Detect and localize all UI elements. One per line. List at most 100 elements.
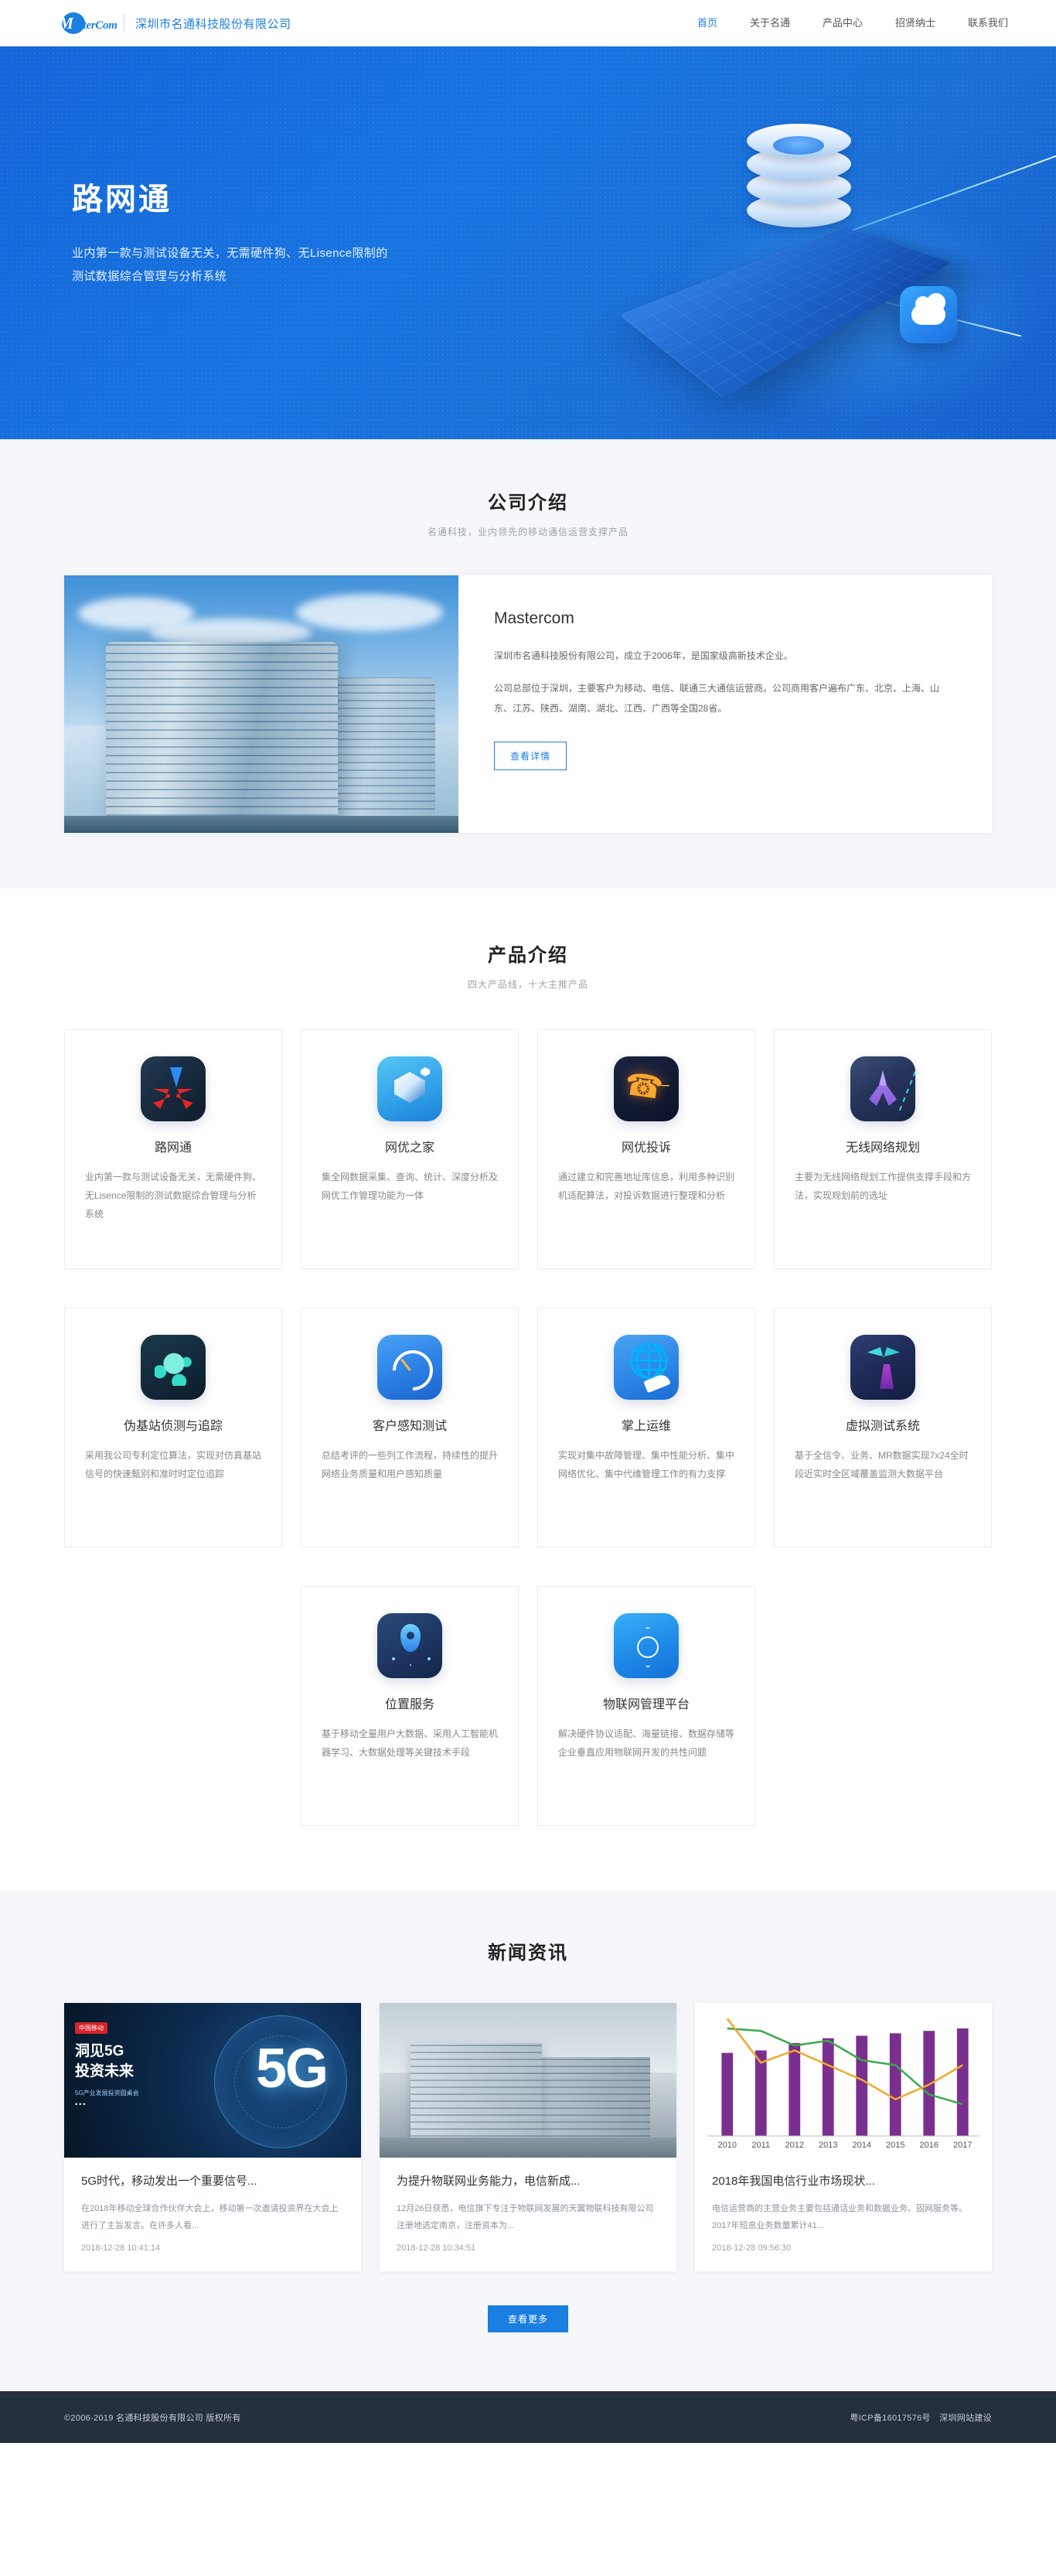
hero-inner: 路网通 业内第一款与测试设备无关，无需硬件狗、无Lisence限制的 测试数据综…: [64, 46, 992, 439]
footer-links: 粤ICP备16017576号 深圳网站建设: [850, 2411, 992, 2424]
products-container: 产品介绍 四大产品线，十大主推产品 路网通 业内第一款与测试设备无关，无需硬件狗…: [64, 889, 992, 1891]
products-heading: 产品介绍 四大产品线，十大主推产品: [64, 940, 992, 991]
hero-subtitle-line2: 测试数据综合管理与分析系统: [72, 270, 227, 283]
news-item-title[interactable]: 2018年我国电信行业市场现状...: [712, 2173, 975, 2189]
thumb-title-line2: 投资未来: [75, 2063, 135, 2080]
hero-copy: 路网通 业内第一款与测试设备无关，无需硬件狗、无Lisence限制的 测试数据综…: [64, 174, 388, 288]
thumb-5g-text: 5G: [255, 2038, 329, 2100]
news-item-excerpt: 在2018年移动全球合作伙伴大会上，移动第一次邀请投资界在大会上进行了主旨发言。…: [81, 2204, 339, 2230]
product-card[interactable]: 位置服务 基于移动全量用户大数据、采用人工智能机器学习、大数据处理等关键技术手段: [301, 1586, 519, 1826]
footer-builder-link[interactable]: 深圳网站建设: [939, 2414, 992, 2423]
product-desc: 主要为无线网络规划工作提供支撑手段和方法，实现规划前的选址: [795, 1172, 972, 1201]
news-thumbnail-chart: 2010 2011 2012 2013 2014 2015 2016 2017: [695, 2003, 992, 2158]
nav-item-about[interactable]: 关于名通: [750, 0, 790, 46]
svg-text:2012: 2012: [785, 2141, 804, 2150]
news-item-date: 2018-12-28 10:34:51: [397, 2243, 476, 2253]
about-card-title: Mastercom: [494, 609, 574, 627]
product-row-3: 位置服务 基于移动全量用户大数据、采用人工智能机器学习、大数据处理等关键技术手段…: [64, 1586, 992, 1826]
product-card[interactable]: 路网通 业内第一款与测试设备无关，无需硬件狗、无Lisence限制的测试数据综合…: [64, 1029, 282, 1269]
product-card[interactable]: 虚拟测试系统 基于全信令、业务、MR数据实现7x24全时段近实时全区域覆盖监测大…: [774, 1308, 992, 1547]
news-container: 新闻资讯 5G 中国移动 洞见5G 投资未来 5G产业发展投资圆桌会 ••• 5…: [64, 1891, 992, 2391]
nav-item-careers[interactable]: 招贤纳士: [895, 0, 935, 46]
product-name: 物联网管理平台: [602, 1698, 690, 1711]
product-name: 无线网络规划: [845, 1141, 920, 1155]
product-desc: 基于全信令、业务、MR数据实现7x24全时段近实时全区域覆盖监测大数据平台: [795, 1450, 969, 1479]
product-name: 客户感知测试: [372, 1420, 447, 1433]
product-card[interactable]: 网优之家 集全网数据采集、查询、统计、深度分析及网优工作管理功能为一体: [301, 1029, 519, 1269]
product-card[interactable]: 无线网络规划 主要为无线网络规划工作提供支撑手段和方法，实现规划前的选址: [774, 1029, 992, 1269]
logo-rest: asterCom: [73, 19, 118, 32]
hero-banner: 路网通 业内第一款与测试设备无关，无需硬件狗、无Lisence限制的 测试数据综…: [0, 46, 1056, 439]
news-card[interactable]: 为提升物联网业务能力，电信新成... 12月26日获悉，电信旗下专注于物联网发展…: [380, 2003, 676, 2271]
news-card[interactable]: 2010 2011 2012 2013 2014 2015 2016 2017 2018年我国…: [695, 2003, 992, 2271]
kehu-ganzhi-ceshi-icon: [377, 1335, 442, 1400]
products-section: 产品介绍 四大产品线，十大主推产品 路网通 业内第一款与测试设备无关，无需硬件狗…: [0, 889, 1056, 1891]
product-desc: 解决硬件协议适配、海量链接、数据存储等企业垂直应用物联网开发的共性问题: [558, 1728, 735, 1758]
view-details-button[interactable]: 查看详情: [494, 742, 567, 771]
footer-inner: ©2006-2019 名通科技股份有限公司 版权所有 粤ICP备16017576…: [64, 2411, 992, 2424]
photo-building-front: [106, 642, 338, 833]
nav-item-products[interactable]: 产品中心: [823, 0, 863, 46]
footer-icp-link[interactable]: 粤ICP备16017576号: [850, 2414, 930, 2423]
product-name: 虚拟测试系统: [845, 1420, 920, 1433]
news-body: 2018年我国电信行业市场现状... 电信运营商的主营业务主要包括通话业务和数据…: [695, 2158, 992, 2271]
news-section: 新闻资讯 5G 中国移动 洞见5G 投资未来 5G产业发展投资圆桌会 ••• 5…: [0, 1891, 1056, 2391]
site-footer: ©2006-2019 名通科技股份有限公司 版权所有 粤ICP备16017576…: [0, 2391, 1056, 2443]
product-row-1: 路网通 业内第一款与测试设备无关，无需硬件狗、无Lisence限制的测试数据综合…: [64, 1029, 992, 1269]
products-title: 产品介绍: [488, 945, 568, 966]
thumb-ground: [380, 2138, 676, 2158]
news-card[interactable]: 5G 中国移动 洞见5G 投资未来 5G产业发展投资圆桌会 ••• 5G时代，移…: [64, 2003, 361, 2271]
products-subtitle: 四大产品线，十大主推产品: [467, 979, 588, 990]
news-thumbnail-5g: 5G 中国移动 洞见5G 投资未来 5G产业发展投资圆桌会 •••: [64, 2003, 361, 2158]
view-more-button[interactable]: 查看更多: [487, 2305, 568, 2332]
svg-text:2013: 2013: [819, 2141, 837, 2150]
telecom-market-chart: 2010 2011 2012 2013 2014 2015 2016 2017: [707, 2018, 979, 2150]
product-desc: 集全网数据采集、查询、统计、深度分析及网优工作管理功能为一体: [322, 1172, 499, 1201]
product-card[interactable]: 伪基站侦测与追踪 采用我公司专利定位算法，实现对仿真基站信号的快速甄别和准时时定…: [64, 1308, 282, 1547]
news-grid: 5G 中国移动 洞见5G 投资未来 5G产业发展投资圆桌会 ••• 5G时代，移…: [64, 2003, 992, 2271]
thumb-subtitle: 5G产业发展投资圆桌会: [75, 2090, 139, 2097]
svg-text:2010: 2010: [718, 2141, 737, 2150]
about-paragraph-2: 公司总部位于深圳，主要客户为移动、电信、联通三大通信运营商。公司商用客户遍布广东…: [494, 682, 940, 714]
zhangshang-yunwei-icon: [614, 1335, 679, 1400]
product-desc: 实现对集中故障管理、集中性能分析、集中网络优化、集中代维管理工作的有力支撑: [558, 1450, 735, 1479]
brand[interactable]: MasterCom 深圳市名通科技股份有限公司: [59, 12, 291, 35]
luwangtong-icon: [141, 1056, 206, 1121]
photo-ground: [64, 816, 458, 833]
about-subtitle: 名通科技，业内领先的移动通信运营支撑产品: [427, 527, 628, 537]
about-card: Mastercom 深圳市名通科技股份有限公司，成立于2006年，是国家级高新技…: [64, 575, 992, 833]
product-name: 网优之家: [384, 1141, 434, 1155]
product-card[interactable]: 物联网管理平台 解决硬件协议适配、海量链接、数据存储等企业垂直应用物联网开发的共…: [537, 1586, 755, 1826]
product-desc: 基于移动全量用户大数据、采用人工智能机器学习、大数据处理等关键技术手段: [322, 1728, 499, 1758]
product-card[interactable]: 客户感知测试 总结考评的一些列工作流程，持续性的提升网络业务质量和用户感知质量: [301, 1308, 519, 1547]
product-card[interactable]: 网优投诉 通过建立和完善地址库信息，利用多种识别机适配算法，对投诉数据进行整理和…: [537, 1029, 755, 1269]
svg-text:2011: 2011: [751, 2141, 770, 2150]
news-more-wrap: 查看更多: [64, 2305, 992, 2332]
hero-subtitle-line1: 业内第一款与测试设备无关，无需硬件狗、无Lisence限制的: [72, 247, 388, 260]
footer-sep: [934, 2414, 936, 2423]
nav-item-contact[interactable]: 联系我们: [968, 0, 1008, 46]
news-item-date: 2018-12-28 10:41:14: [81, 2243, 161, 2253]
news-item-title[interactable]: 为提升物联网业务能力，电信新成...: [397, 2173, 659, 2189]
hero-subtitle: 业内第一款与测试设备无关，无需硬件狗、无Lisence限制的 测试数据综合管理与…: [72, 242, 388, 288]
thumb-dots: •••: [75, 2100, 87, 2109]
product-card[interactable]: 掌上运维 实现对集中故障管理、集中性能分析、集中网络优化、集中代维管理工作的有力…: [537, 1308, 755, 1547]
wuxian-wangluo-guihua-icon: [850, 1056, 915, 1121]
about-body: Mastercom 深圳市名通科技股份有限公司，成立于2006年，是国家级高新技…: [458, 575, 992, 833]
weijizhan-zhence-icon: [141, 1335, 206, 1400]
weizhi-fuwu-icon: [377, 1613, 442, 1678]
xuni-ceshi-xitong-icon: [850, 1335, 915, 1400]
product-name: 伪基站侦测与追踪: [123, 1420, 223, 1433]
logo-wordmark: MasterCom: [59, 14, 117, 33]
thumb-building-front: [410, 2043, 542, 2144]
news-item-title[interactable]: 5G时代，移动发出一个重要信号...: [81, 2173, 344, 2189]
news-item-excerpt: 12月26日获悉，电信旗下专注于物联网发展的天翼物联科技有限公司注册地选定南京，…: [397, 2204, 654, 2230]
wangyou-zhijia-icon: [377, 1056, 442, 1121]
wangyou-tousu-icon: [614, 1056, 679, 1121]
news-item-excerpt: 电信运营商的主营业务主要包括通话业务和数据业务、固网服务等。2017年短息业务数…: [712, 2204, 967, 2230]
site-header: MasterCom 深圳市名通科技股份有限公司 首页 关于名通 产品中心 招贤纳…: [0, 0, 1056, 46]
photo-cloud-3: [296, 594, 443, 631]
nav-item-home[interactable]: 首页: [697, 0, 717, 46]
news-item-date: 2018-12-28 09:56:30: [712, 2243, 792, 2253]
page-root: MasterCom 深圳市名通科技股份有限公司 首页 关于名通 产品中心 招贤纳…: [0, 0, 1056, 2443]
